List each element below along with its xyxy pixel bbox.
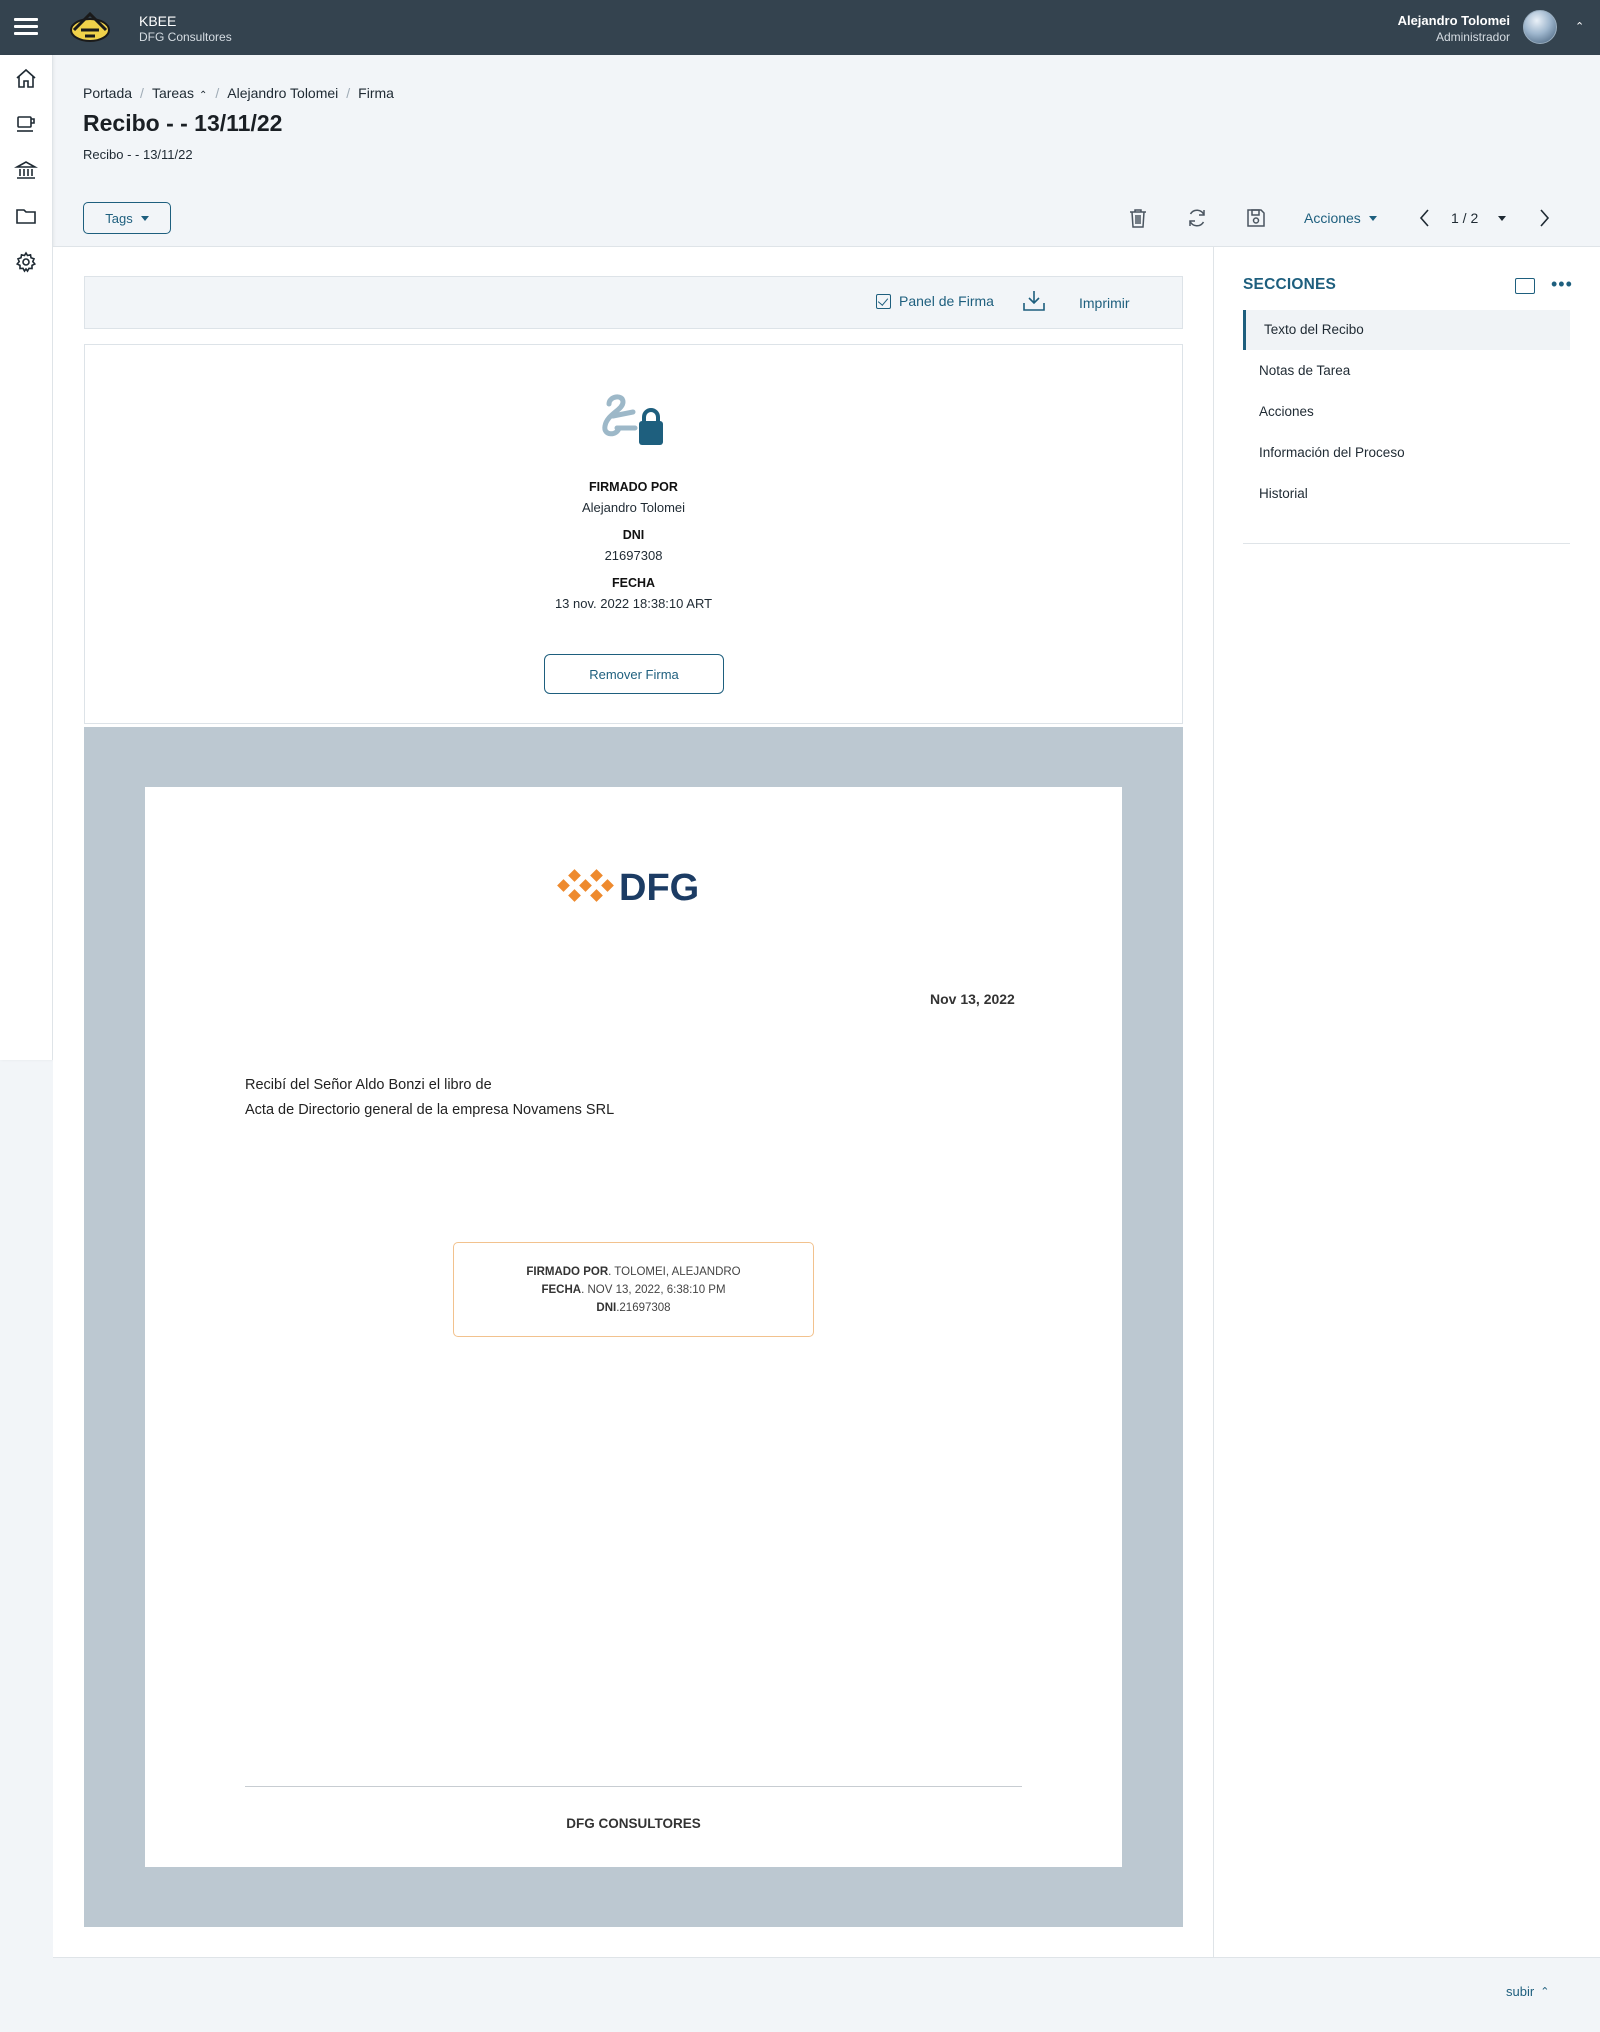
breadcrumb-separator: / (140, 85, 144, 101)
remove-signature-button[interactable]: Remover Firma (544, 654, 724, 694)
breadcrumb: Portada / Tareas ⌃ / Alejandro Tolomei / Firma (83, 85, 394, 101)
breadcrumb-separator: / (215, 85, 220, 101)
coffee-icon[interactable] (14, 112, 38, 136)
company-name: DFG Consultores (139, 30, 232, 44)
checkbox-icon[interactable] (876, 293, 891, 309)
stamp-line: DNI.21697308 (454, 1299, 813, 1317)
bank-icon[interactable] (14, 158, 38, 182)
dfg-logo: DFG (557, 867, 699, 909)
panel-firma-label: Panel de Firma (899, 293, 994, 309)
panel-firma-toggle[interactable]: Panel de Firma (876, 293, 994, 309)
breadcrumb-tareas[interactable]: Tareas (152, 85, 194, 101)
dfg-logo-text: DFG (619, 867, 699, 909)
document-toolbar (84, 276, 1183, 329)
dni-label: DNI (622, 528, 645, 542)
section-item-acciones[interactable]: Acciones (1243, 392, 1570, 432)
home-icon[interactable] (14, 67, 38, 91)
date-value: 13 nov. 2022 18:38:10 ART (554, 596, 713, 611)
stamp-label: DNI (596, 1302, 617, 1314)
section-item-notas-tarea[interactable]: Notas de Tarea (1243, 351, 1570, 391)
caret-down-icon[interactable] (1498, 216, 1506, 221)
breadcrumb-user[interactable]: Alejandro Tolomei (227, 85, 338, 101)
square-icon[interactable] (1515, 278, 1535, 294)
footer-bar (53, 1957, 1600, 2032)
date-label: FECHA (611, 576, 656, 590)
tags-label: Tags (105, 210, 133, 226)
kbee-logo (70, 11, 110, 42)
page-title: Recibo - - 13/11/22 (83, 110, 283, 136)
gear-icon[interactable] (14, 250, 38, 274)
signed-by-value: Alejandro Tolomei (581, 500, 686, 515)
dni-value: 21697308 (604, 548, 663, 563)
divider (1243, 543, 1570, 544)
stamp-label: FECHA (541, 1284, 582, 1296)
user-name[interactable]: Alejandro Tolomei (1398, 13, 1510, 28)
document-divider (245, 1786, 1022, 1787)
chevron-up-icon[interactable]: ⌃ (199, 90, 207, 101)
stamp-label: FIRMADO POR (526, 1266, 609, 1278)
document-footer: DFG CONSULTORES (566, 1816, 701, 1831)
document-body: Recibí del Señor Aldo Bonzi el libro de … (245, 1073, 614, 1123)
tags-button[interactable]: Tags (83, 202, 171, 234)
breadcrumb-firma[interactable]: Firma (358, 85, 394, 101)
imprimir-button[interactable]: Imprimir (1079, 295, 1130, 311)
app-name: KBEE (139, 13, 177, 29)
more-icon[interactable]: ••• (1551, 275, 1573, 293)
avatar[interactable] (1523, 10, 1557, 44)
chevron-left-icon[interactable] (1414, 207, 1436, 229)
acciones-dropdown[interactable]: Acciones (1304, 210, 1377, 226)
scroll-top-link[interactable]: subir ⌃ (1506, 1984, 1549, 1999)
document-date: Nov 13, 2022 (930, 991, 1015, 1007)
trash-icon[interactable] (1126, 206, 1150, 230)
section-item-texto-recibo[interactable]: Texto del Recibo (1243, 310, 1570, 350)
chevron-up-icon: ⌃ (1540, 1986, 1550, 1998)
caret-down-icon (140, 215, 149, 221)
left-sidebar (0, 55, 53, 1060)
document-body-line: Acta de Directorio general de la empresa… (245, 1102, 615, 1118)
subir-label: subir (1506, 1984, 1535, 1999)
menu-icon[interactable] (14, 15, 38, 39)
top-bar: KBEE DFG Consultores Alejandro Tolomei A… (0, 0, 1600, 55)
chevron-right-icon[interactable] (1533, 207, 1555, 229)
breadcrumb-portada[interactable]: Portada (83, 85, 132, 101)
caret-down-icon (1368, 215, 1377, 221)
download-icon[interactable] (1021, 288, 1047, 314)
folder-icon[interactable] (14, 204, 38, 228)
page-subtitle: Recibo - - 13/11/22 (83, 147, 193, 162)
section-item-historial[interactable]: Historial (1243, 474, 1570, 514)
signature-lock-icon (602, 394, 663, 445)
signature-stamp: FIRMADO POR. TOLOMEI, ALEJANDRO FECHA. N… (453, 1242, 814, 1337)
breadcrumb-separator: / (346, 85, 351, 101)
stamp-value: .21697308 (616, 1302, 671, 1314)
acciones-label: Acciones (1304, 210, 1361, 226)
section-item-informacion-proceso[interactable]: Información del Proceso (1243, 433, 1570, 473)
sections-title: SECCIONES (1243, 276, 1337, 293)
signed-by-label: FIRMADO POR (589, 480, 678, 494)
document-body-line: Recibí del Señor Aldo Bonzi el libro de (245, 1077, 492, 1093)
pager-label[interactable]: 1 / 2 (1451, 210, 1478, 226)
chevron-up-icon[interactable]: ⌃ (1575, 20, 1584, 33)
stamp-line: FECHA. NOV 13, 2022, 6:38:10 PM (454, 1281, 813, 1299)
stamp-line: FIRMADO POR. TOLOMEI, ALEJANDRO (454, 1263, 813, 1281)
stamp-value: . TOLOMEI, ALEJANDRO (608, 1266, 741, 1278)
user-role: Administrador (1435, 30, 1510, 44)
refresh-icon[interactable] (1185, 206, 1209, 230)
stamp-value: . NOV 13, 2022, 6:38:10 PM (581, 1284, 726, 1296)
save-icon[interactable] (1244, 206, 1268, 230)
